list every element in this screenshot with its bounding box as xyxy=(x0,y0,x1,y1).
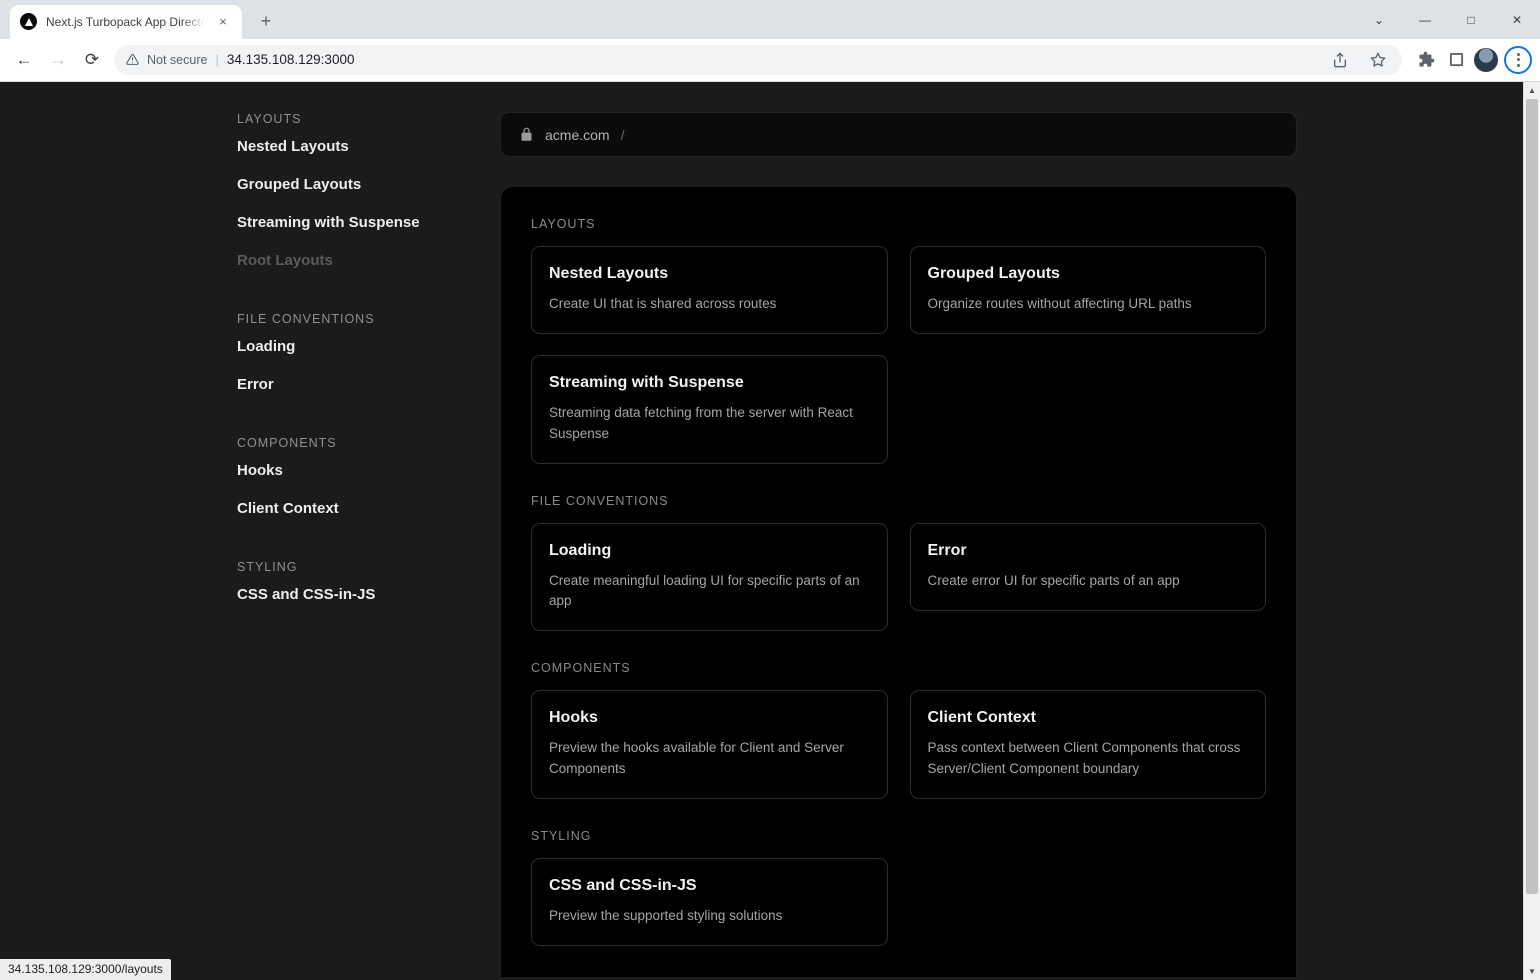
section-label-file-conventions: FILE CONVENTIONS xyxy=(531,493,669,508)
card-hooks[interactable]: Hooks Preview the hooks available for Cl… xyxy=(531,690,888,799)
new-tab-button[interactable]: + xyxy=(252,8,280,36)
scroll-up-arrow-icon[interactable]: ▲ xyxy=(1524,82,1540,99)
card-streaming-with-suspense[interactable]: Streaming with Suspense Streaming data f… xyxy=(531,355,888,464)
sidebar-item-streaming-with-suspense[interactable]: Streaming with Suspense xyxy=(237,214,420,231)
browser-toolbar: ← → ⟳ Not secure | 34.135.108.129:3000 xyxy=(0,38,1540,83)
reload-icon[interactable]: ⟳ xyxy=(76,44,108,76)
lock-icon xyxy=(519,127,534,142)
sidebar-item-css-and-css-in-js[interactable]: CSS and CSS-in-JS xyxy=(237,586,375,603)
sidebar-section-file-conventions: FILE CONVENTIONS Loading Error xyxy=(237,312,500,414)
sidebar-item-hooks[interactable]: Hooks xyxy=(237,462,283,479)
forward-icon: → xyxy=(49,49,67,69)
card-title: Hooks xyxy=(549,709,598,727)
close-icon[interactable]: × xyxy=(214,13,232,31)
sidebar-group-label: FILE CONVENTIONS xyxy=(237,312,375,327)
card-grid-components: Hooks Preview the hooks available for Cl… xyxy=(531,690,1266,799)
sidebar-group-label: COMPONENTS xyxy=(237,436,337,451)
card-description: Create meaningful loading UI for specifi… xyxy=(549,572,860,609)
main-content: acme.com / LAYOUTS Nested Layouts Create… xyxy=(500,112,1540,980)
bookmark-star-icon[interactable] xyxy=(1366,48,1390,72)
nextjs-logo-icon xyxy=(20,13,37,31)
content-panel: LAYOUTS Nested Layouts Create UI that is… xyxy=(500,186,1297,980)
maximize-icon[interactable]: □ xyxy=(1448,0,1494,40)
card-grid-styling: CSS and CSS-in-JS Preview the supported … xyxy=(531,857,1266,947)
tab-search-icon[interactable]: ⌄ xyxy=(1356,0,1402,40)
card-css-and-css-in-js[interactable]: CSS and CSS-in-JS Preview the supported … xyxy=(531,857,888,947)
browser-tab[interactable]: Next.js Turbopack App Directory × xyxy=(10,4,242,39)
tab-strip: Next.js Turbopack App Directory × + ⌄ — … xyxy=(0,0,1540,39)
card-description: Pass context between Client Components t… xyxy=(927,740,1241,776)
card-title: Nested Layouts xyxy=(549,265,669,283)
card-description: Create UI that is shared across routes xyxy=(549,296,777,312)
card-client-context[interactable]: Client Context Pass context between Clie… xyxy=(909,690,1266,799)
sidebar-item-client-context[interactable]: Client Context xyxy=(237,500,339,517)
sidebar-item-error[interactable]: Error xyxy=(237,376,274,393)
sidebar-item-root-layouts: Root Layouts xyxy=(237,252,333,270)
minimize-icon[interactable]: — xyxy=(1402,0,1448,40)
tab-title: Next.js Turbopack App Directory xyxy=(46,14,205,29)
not-secure-warning-icon xyxy=(126,53,139,66)
card-description: Organize routes without affecting URL pa… xyxy=(927,296,1192,312)
back-icon[interactable]: ← xyxy=(8,44,40,76)
card-title: Error xyxy=(927,541,967,559)
sidebar-group-label: STYLING xyxy=(237,560,298,575)
sidebar-item-grouped-layouts[interactable]: Grouped Layouts xyxy=(237,176,361,193)
card-description: Create error UI for specific parts of an… xyxy=(927,572,1180,588)
card-description: Streaming data fetching from the server … xyxy=(549,405,853,441)
extensions-puzzle-icon[interactable] xyxy=(1414,48,1438,72)
sidebar-item-nested-layouts[interactable]: Nested Layouts xyxy=(237,138,349,155)
toolbar-right-icons xyxy=(1410,45,1532,74)
split-screen-icon[interactable] xyxy=(1444,48,1468,72)
omnibox-separator: | xyxy=(215,52,219,68)
card-description: Preview the supported styling solutions xyxy=(549,907,783,923)
address-bar[interactable]: Not secure | 34.135.108.129:3000 xyxy=(114,44,1402,75)
card-title: Streaming with Suspense xyxy=(549,374,744,392)
profile-avatar[interactable] xyxy=(1474,47,1498,72)
card-grouped-layouts[interactable]: Grouped Layouts Organize routes without … xyxy=(909,246,1266,335)
scroll-down-arrow-icon[interactable]: ▼ xyxy=(1524,963,1540,980)
card-title: Loading xyxy=(549,541,612,559)
sidebar-item-loading[interactable]: Loading xyxy=(237,338,295,355)
card-title: Client Context xyxy=(927,709,1036,727)
card-nested-layouts[interactable]: Nested Layouts Create UI that is shared … xyxy=(531,246,888,335)
scrollbar-thumb[interactable] xyxy=(1526,99,1538,895)
security-label: Not secure xyxy=(147,52,208,67)
link-status-bubble: 34.135.108.129:3000/layouts xyxy=(0,959,171,980)
sidebar-nav: LAYOUTS Nested Layouts Grouped Layouts S… xyxy=(0,112,500,980)
section-label-styling: STYLING xyxy=(531,828,592,843)
window-controls: ⌄ — □ ✕ xyxy=(1356,0,1540,40)
sidebar-section-layouts: LAYOUTS Nested Layouts Grouped Layouts S… xyxy=(237,112,500,290)
card-title: Grouped Layouts xyxy=(927,265,1060,283)
sidebar-group-label: LAYOUTS xyxy=(237,112,302,127)
browser-window: Next.js Turbopack App Directory × + ⌄ — … xyxy=(0,0,1540,980)
card-grid-file-conventions: Loading Create meaningful loading UI for… xyxy=(531,522,1266,632)
card-loading[interactable]: Loading Create meaningful loading UI for… xyxy=(531,522,888,632)
mock-address-bar[interactable]: acme.com / xyxy=(500,112,1297,158)
three-dot-menu-icon[interactable] xyxy=(1504,45,1532,74)
window-close-icon[interactable]: ✕ xyxy=(1494,0,1540,40)
sidebar-section-styling: STYLING CSS and CSS-in-JS xyxy=(237,560,500,624)
share-icon[interactable] xyxy=(1328,48,1352,72)
mock-address-host: acme.com xyxy=(545,126,610,143)
mock-address-path: / xyxy=(620,126,625,143)
vertical-scrollbar[interactable]: ▲ ▼ xyxy=(1523,82,1540,980)
section-label-layouts: LAYOUTS xyxy=(531,217,596,232)
section-label-components: COMPONENTS xyxy=(531,661,631,676)
card-description: Preview the hooks available for Client a… xyxy=(549,740,844,776)
url-text: 34.135.108.129:3000 xyxy=(226,52,355,68)
page-viewport: LAYOUTS Nested Layouts Grouped Layouts S… xyxy=(0,82,1540,980)
scrollbar-track[interactable] xyxy=(1524,99,1540,963)
sidebar-section-components: COMPONENTS Hooks Client Context xyxy=(237,436,500,538)
web-page: LAYOUTS Nested Layouts Grouped Layouts S… xyxy=(0,82,1540,980)
card-title: CSS and CSS-in-JS xyxy=(549,876,697,894)
card-error[interactable]: Error Create error UI for specific parts… xyxy=(909,522,1266,612)
card-grid-layouts: Nested Layouts Create UI that is shared … xyxy=(531,246,1266,464)
